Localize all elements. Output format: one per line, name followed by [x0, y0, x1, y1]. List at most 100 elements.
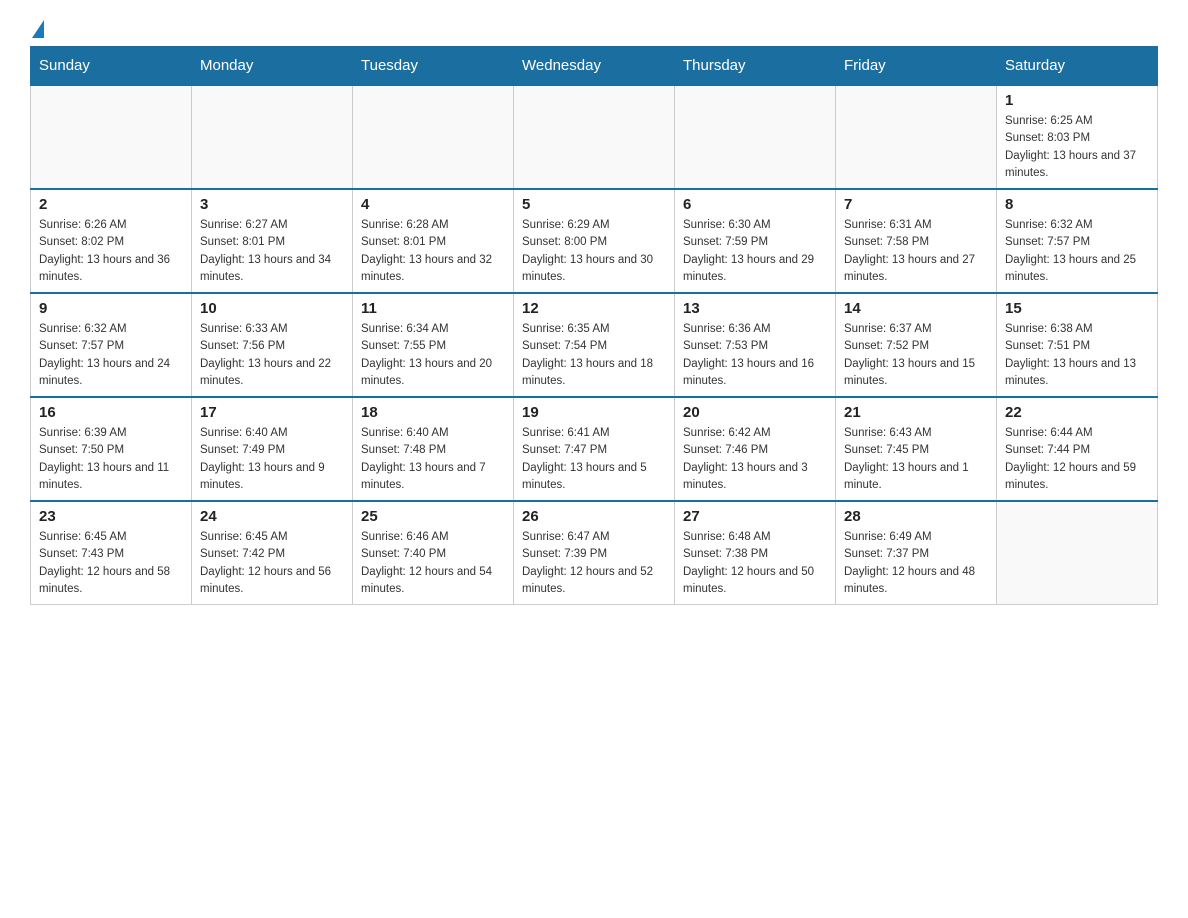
- day-info: Sunrise: 6:45 AM Sunset: 7:42 PM Dayligh…: [200, 529, 344, 598]
- day-number: 17: [200, 404, 344, 421]
- day-header-thursday: Thursday: [675, 47, 836, 86]
- day-number: 2: [39, 196, 183, 213]
- calendar-cell: [514, 85, 675, 189]
- day-number: 24: [200, 508, 344, 525]
- day-info: Sunrise: 6:39 AM Sunset: 7:50 PM Dayligh…: [39, 425, 183, 494]
- calendar-cell: 19 Sunrise: 6:41 AM Sunset: 7:47 PM Dayli…: [514, 397, 675, 501]
- calendar-cell: 8 Sunrise: 6:32 AM Sunset: 7:57 PM Daylig…: [997, 189, 1158, 293]
- day-number: 11: [361, 300, 505, 317]
- day-info: Sunrise: 6:47 AM Sunset: 7:39 PM Dayligh…: [522, 529, 666, 598]
- calendar-cell: 2 Sunrise: 6:26 AM Sunset: 8:02 PM Daylig…: [31, 189, 192, 293]
- calendar-cell: 6 Sunrise: 6:30 AM Sunset: 7:59 PM Daylig…: [675, 189, 836, 293]
- day-info: Sunrise: 6:45 AM Sunset: 7:43 PM Dayligh…: [39, 529, 183, 598]
- day-number: 18: [361, 404, 505, 421]
- calendar-cell: 10 Sunrise: 6:33 AM Sunset: 7:56 PM Dayli…: [192, 293, 353, 397]
- day-info: Sunrise: 6:41 AM Sunset: 7:47 PM Dayligh…: [522, 425, 666, 494]
- day-number: 1: [1005, 92, 1149, 109]
- day-number: 6: [683, 196, 827, 213]
- day-info: Sunrise: 6:40 AM Sunset: 7:48 PM Dayligh…: [361, 425, 505, 494]
- calendar-cell: 7 Sunrise: 6:31 AM Sunset: 7:58 PM Daylig…: [836, 189, 997, 293]
- day-number: 14: [844, 300, 988, 317]
- day-info: Sunrise: 6:42 AM Sunset: 7:46 PM Dayligh…: [683, 425, 827, 494]
- day-number: 12: [522, 300, 666, 317]
- day-number: 26: [522, 508, 666, 525]
- day-number: 7: [844, 196, 988, 213]
- calendar-cell: 27 Sunrise: 6:48 AM Sunset: 7:38 PM Dayli…: [675, 501, 836, 605]
- calendar-week-4: 16 Sunrise: 6:39 AM Sunset: 7:50 PM Dayli…: [31, 397, 1158, 501]
- calendar-cell: 12 Sunrise: 6:35 AM Sunset: 7:54 PM Dayli…: [514, 293, 675, 397]
- calendar-cell: 14 Sunrise: 6:37 AM Sunset: 7:52 PM Dayli…: [836, 293, 997, 397]
- day-info: Sunrise: 6:34 AM Sunset: 7:55 PM Dayligh…: [361, 321, 505, 390]
- day-number: 28: [844, 508, 988, 525]
- calendar-cell: 23 Sunrise: 6:45 AM Sunset: 7:43 PM Dayli…: [31, 501, 192, 605]
- calendar-cell: 18 Sunrise: 6:40 AM Sunset: 7:48 PM Dayli…: [353, 397, 514, 501]
- day-info: Sunrise: 6:36 AM Sunset: 7:53 PM Dayligh…: [683, 321, 827, 390]
- logo-triangle-icon: [32, 20, 44, 38]
- calendar-cell: [31, 85, 192, 189]
- calendar-cell: 17Sunrise: 6:40 AM Sunset: 7:49 PM Dayli…: [192, 397, 353, 501]
- day-number: 10: [200, 300, 344, 317]
- day-info: Sunrise: 6:32 AM Sunset: 7:57 PM Dayligh…: [1005, 217, 1149, 286]
- day-number: 15: [1005, 300, 1149, 317]
- calendar-cell: 16 Sunrise: 6:39 AM Sunset: 7:50 PM Dayli…: [31, 397, 192, 501]
- day-info: Sunrise: 6:31 AM Sunset: 7:58 PM Dayligh…: [844, 217, 988, 286]
- day-info: Sunrise: 6:44 AM Sunset: 7:44 PM Dayligh…: [1005, 425, 1149, 494]
- day-info: Sunrise: 6:32 AM Sunset: 7:57 PM Dayligh…: [39, 321, 183, 390]
- calendar-cell: [997, 501, 1158, 605]
- calendar-cell: [192, 85, 353, 189]
- calendar-week-3: 9Sunrise: 6:32 AM Sunset: 7:57 PM Daylig…: [31, 293, 1158, 397]
- day-header-friday: Friday: [836, 47, 997, 86]
- calendar-cell: [836, 85, 997, 189]
- day-number: 19: [522, 404, 666, 421]
- day-number: 13: [683, 300, 827, 317]
- day-number: 25: [361, 508, 505, 525]
- calendar-table: SundayMondayTuesdayWednesdayThursdayFrid…: [30, 46, 1158, 605]
- calendar-cell: 9Sunrise: 6:32 AM Sunset: 7:57 PM Daylig…: [31, 293, 192, 397]
- day-number: 16: [39, 404, 183, 421]
- calendar-cell: 11 Sunrise: 6:34 AM Sunset: 7:55 PM Dayli…: [353, 293, 514, 397]
- day-info: Sunrise: 6:33 AM Sunset: 7:56 PM Dayligh…: [200, 321, 344, 390]
- day-info: Sunrise: 6:27 AM Sunset: 8:01 PM Dayligh…: [200, 217, 344, 286]
- calendar-cell: 3 Sunrise: 6:27 AM Sunset: 8:01 PM Daylig…: [192, 189, 353, 293]
- day-header-tuesday: Tuesday: [353, 47, 514, 86]
- day-number: 27: [683, 508, 827, 525]
- day-info: Sunrise: 6:49 AM Sunset: 7:37 PM Dayligh…: [844, 529, 988, 598]
- day-number: 8: [1005, 196, 1149, 213]
- calendar-cell: 5 Sunrise: 6:29 AM Sunset: 8:00 PM Daylig…: [514, 189, 675, 293]
- calendar-cell: 28 Sunrise: 6:49 AM Sunset: 7:37 PM Dayli…: [836, 501, 997, 605]
- calendar-cell: 22 Sunrise: 6:44 AM Sunset: 7:44 PM Dayli…: [997, 397, 1158, 501]
- calendar-cell: 21 Sunrise: 6:43 AM Sunset: 7:45 PM Dayli…: [836, 397, 997, 501]
- day-header-wednesday: Wednesday: [514, 47, 675, 86]
- calendar-cell: 15 Sunrise: 6:38 AM Sunset: 7:51 PM Dayli…: [997, 293, 1158, 397]
- day-number: 3: [200, 196, 344, 213]
- day-info: Sunrise: 6:28 AM Sunset: 8:01 PM Dayligh…: [361, 217, 505, 286]
- calendar-cell: 20Sunrise: 6:42 AM Sunset: 7:46 PM Dayli…: [675, 397, 836, 501]
- day-number: 5: [522, 196, 666, 213]
- calendar-cell: 25 Sunrise: 6:46 AM Sunset: 7:40 PM Dayli…: [353, 501, 514, 605]
- day-info: Sunrise: 6:38 AM Sunset: 7:51 PM Dayligh…: [1005, 321, 1149, 390]
- day-number: 23: [39, 508, 183, 525]
- calendar-header-row: SundayMondayTuesdayWednesdayThursdayFrid…: [31, 47, 1158, 86]
- day-number: 21: [844, 404, 988, 421]
- calendar-week-5: 23 Sunrise: 6:45 AM Sunset: 7:43 PM Dayli…: [31, 501, 1158, 605]
- day-number: 4: [361, 196, 505, 213]
- calendar-cell: 26 Sunrise: 6:47 AM Sunset: 7:39 PM Dayli…: [514, 501, 675, 605]
- day-info: Sunrise: 6:37 AM Sunset: 7:52 PM Dayligh…: [844, 321, 988, 390]
- day-info: Sunrise: 6:43 AM Sunset: 7:45 PM Dayligh…: [844, 425, 988, 494]
- day-info: Sunrise: 6:48 AM Sunset: 7:38 PM Dayligh…: [683, 529, 827, 598]
- calendar-cell: 13 Sunrise: 6:36 AM Sunset: 7:53 PM Dayli…: [675, 293, 836, 397]
- day-info: Sunrise: 6:30 AM Sunset: 7:59 PM Dayligh…: [683, 217, 827, 286]
- day-info: Sunrise: 6:26 AM Sunset: 8:02 PM Dayligh…: [39, 217, 183, 286]
- calendar-cell: 24 Sunrise: 6:45 AM Sunset: 7:42 PM Dayli…: [192, 501, 353, 605]
- day-number: 22: [1005, 404, 1149, 421]
- calendar-cell: 1 Sunrise: 6:25 AM Sunset: 8:03 PM Daylig…: [997, 85, 1158, 189]
- day-header-sunday: Sunday: [31, 47, 192, 86]
- calendar-week-2: 2 Sunrise: 6:26 AM Sunset: 8:02 PM Daylig…: [31, 189, 1158, 293]
- day-info: Sunrise: 6:46 AM Sunset: 7:40 PM Dayligh…: [361, 529, 505, 598]
- day-info: Sunrise: 6:25 AM Sunset: 8:03 PM Dayligh…: [1005, 113, 1149, 182]
- day-info: Sunrise: 6:35 AM Sunset: 7:54 PM Dayligh…: [522, 321, 666, 390]
- day-info: Sunrise: 6:29 AM Sunset: 8:00 PM Dayligh…: [522, 217, 666, 286]
- calendar-cell: 4 Sunrise: 6:28 AM Sunset: 8:01 PM Daylig…: [353, 189, 514, 293]
- calendar-week-1: 1 Sunrise: 6:25 AM Sunset: 8:03 PM Daylig…: [31, 85, 1158, 189]
- page-header: [30, 20, 1158, 36]
